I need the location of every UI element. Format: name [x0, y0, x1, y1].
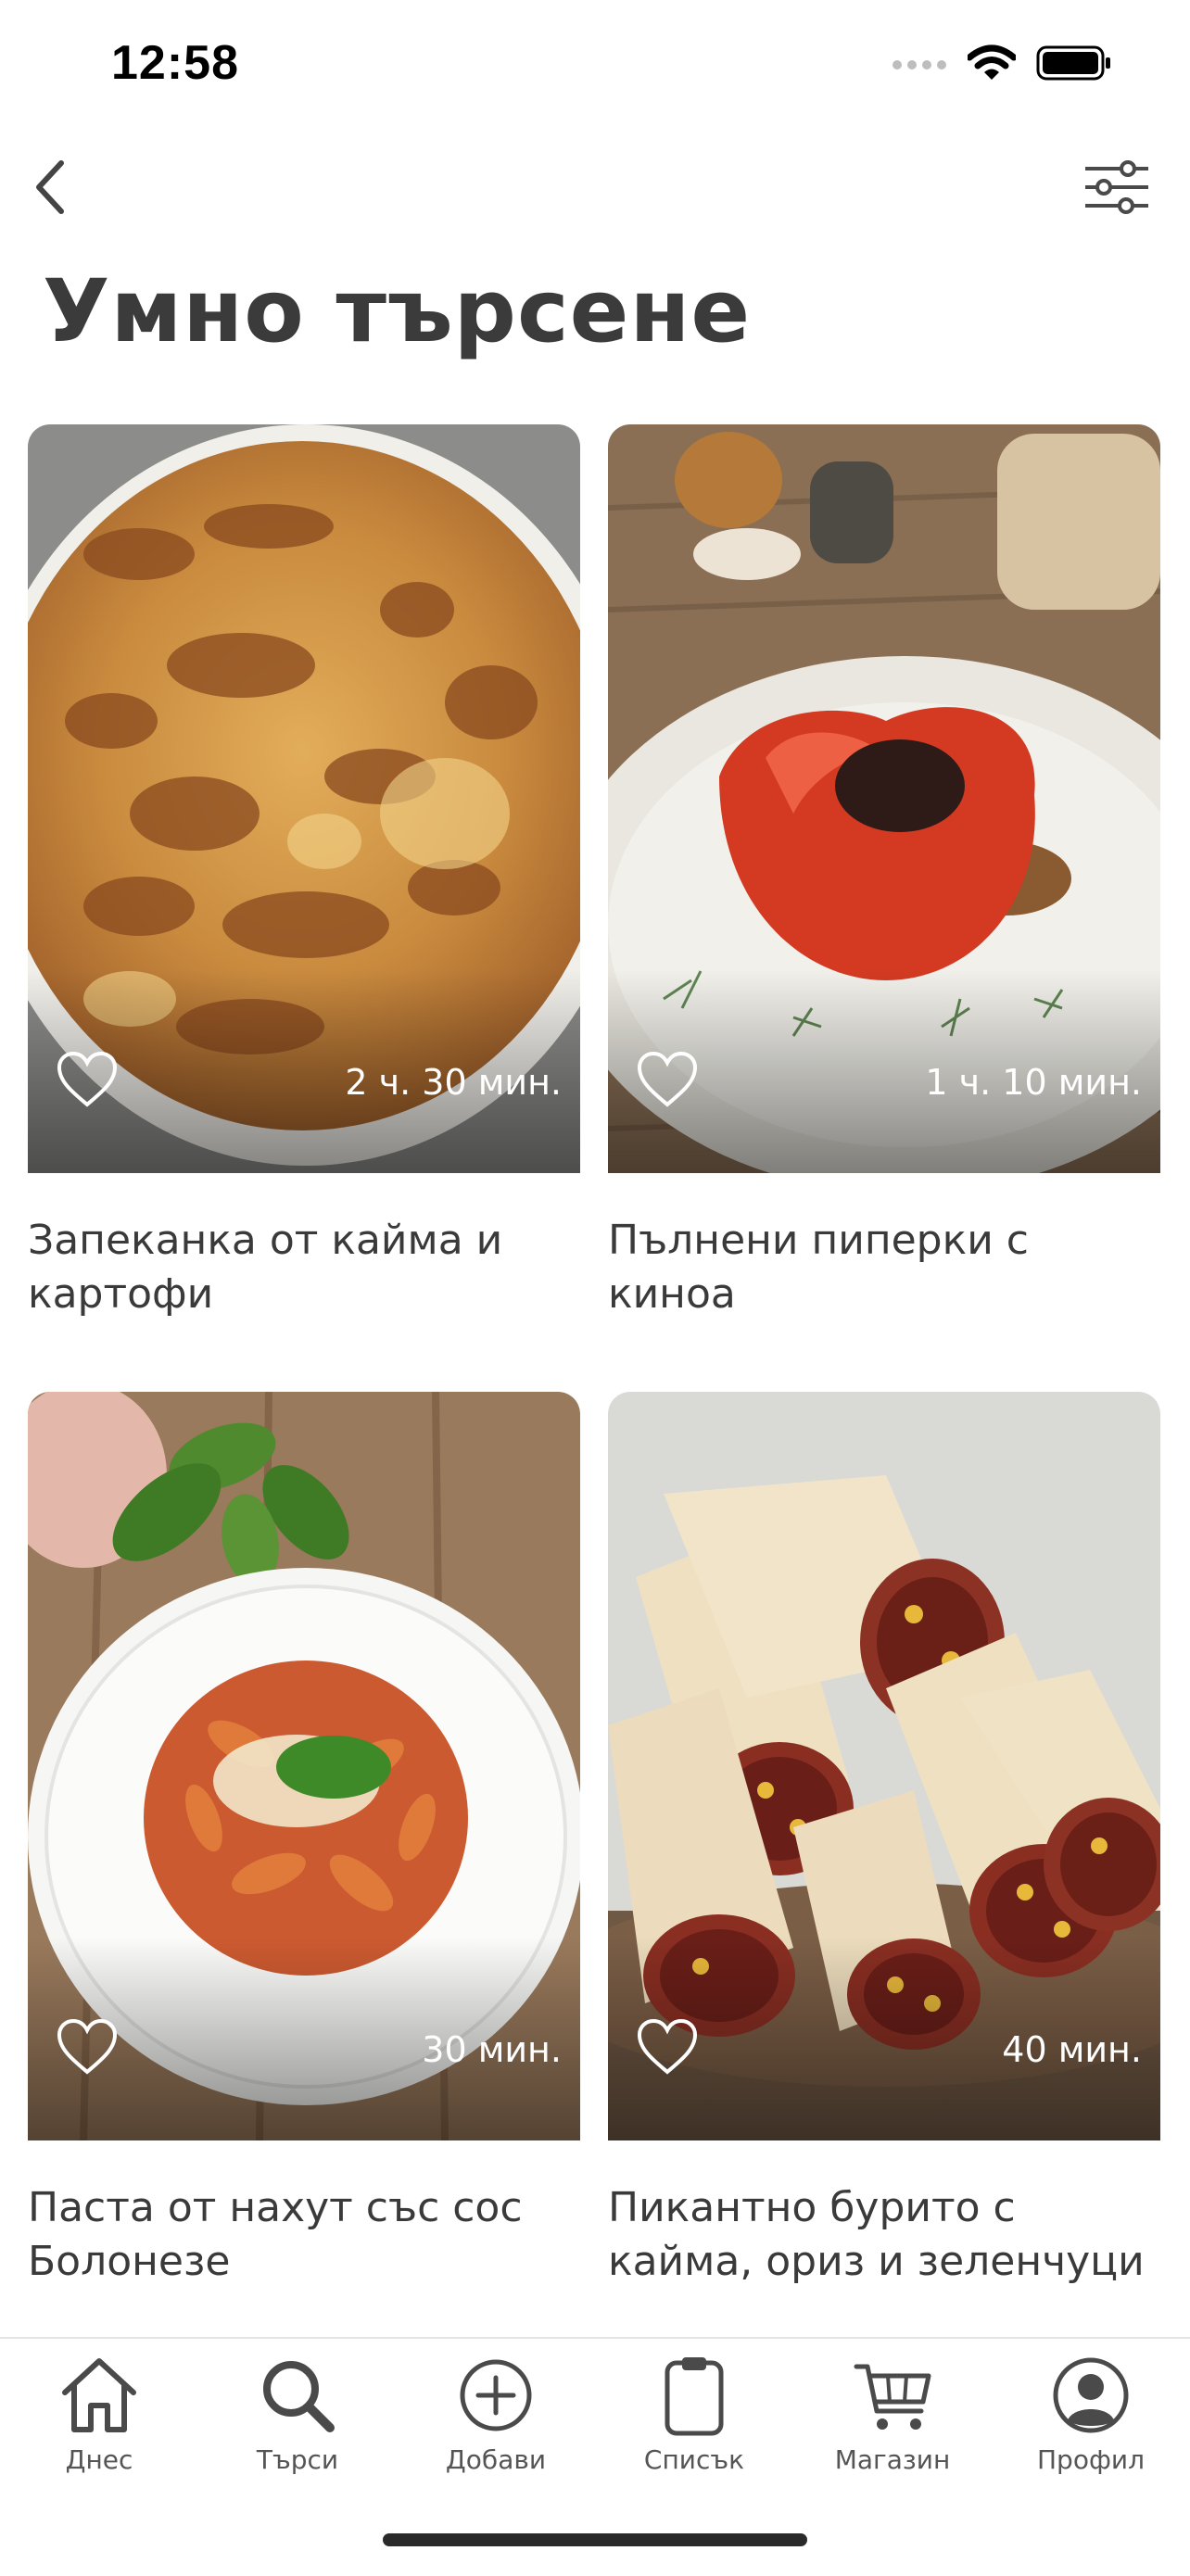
- tab-label: Днес: [65, 2444, 133, 2475]
- heart-icon: [56, 2018, 119, 2079]
- recipe-image[interactable]: 40 мин.: [608, 1392, 1160, 2140]
- tab-add[interactable]: Добави: [397, 2354, 595, 2475]
- recipe-title[interactable]: Пълнени пиперки с киноа: [608, 1214, 1160, 1321]
- tab-today[interactable]: Днес: [0, 2354, 198, 2475]
- recipe-card[interactable]: 1 ч. 10 мин. Пълнени пиперки с киноа: [608, 424, 1160, 1321]
- tab-search[interactable]: Търси: [198, 2354, 397, 2475]
- filter-button[interactable]: [1075, 152, 1158, 226]
- tab-label: Търси: [256, 2444, 339, 2475]
- recipe-image[interactable]: 1 ч. 10 мин.: [608, 424, 1160, 1173]
- heart-icon: [636, 2018, 699, 2079]
- cooking-time: 2 ч. 30 мин.: [345, 1062, 562, 1103]
- home-indicator[interactable]: [383, 2533, 807, 2546]
- page-title: Умно търсене: [43, 261, 752, 362]
- clipboard-icon: [652, 2354, 736, 2437]
- recipe-image[interactable]: 2 ч. 30 мин.: [28, 424, 580, 1173]
- cooking-time: 30 мин.: [422, 2029, 562, 2070]
- recipe-card[interactable]: 40 мин. Пикантно бурито с кайма, ориз и …: [608, 1392, 1160, 2289]
- recipe-title[interactable]: Запеканка от кайма и картофи: [28, 1214, 580, 1321]
- wifi-icon: [966, 44, 1018, 85]
- tab-label: Добави: [445, 2444, 547, 2475]
- recipe-image[interactable]: 30 мин.: [28, 1392, 580, 2140]
- tab-store[interactable]: Магазин: [793, 2354, 992, 2475]
- cooking-time: 1 ч. 10 мин.: [925, 1062, 1142, 1103]
- cellular-signal-icon: [892, 54, 947, 76]
- favorite-button[interactable]: [634, 2018, 701, 2079]
- status-icons: [892, 44, 1112, 85]
- recipe-title[interactable]: Пикантно бурито с кайма, ориз и зеленчуц…: [608, 2181, 1160, 2289]
- status-time: 12:58: [111, 36, 239, 90]
- favorite-button[interactable]: [54, 1051, 120, 1112]
- tab-label: Списък: [643, 2444, 745, 2475]
- home-icon: [57, 2354, 141, 2437]
- tab-profile[interactable]: Профил: [992, 2354, 1190, 2475]
- recipe-card[interactable]: 30 мин. Паста от нахут със сос Болонезе: [28, 1392, 580, 2289]
- heart-icon: [636, 1051, 699, 1112]
- cooking-time: 40 мин.: [1002, 2029, 1142, 2070]
- battery-icon: [1036, 44, 1112, 85]
- plus-circle-icon: [454, 2354, 538, 2437]
- tab-label: Профил: [1037, 2444, 1145, 2475]
- profile-icon: [1049, 2354, 1133, 2437]
- chevron-left-icon: [32, 159, 69, 219]
- status-bar: 12:58: [0, 0, 1190, 130]
- heart-icon: [56, 1051, 119, 1112]
- recipe-title[interactable]: Паста от нахут със сос Болонезе: [28, 2181, 580, 2289]
- favorite-button[interactable]: [634, 1051, 701, 1112]
- cart-icon: [851, 2354, 934, 2437]
- favorite-button[interactable]: [54, 2018, 120, 2079]
- search-icon: [256, 2354, 339, 2437]
- back-button[interactable]: [13, 152, 87, 226]
- tab-label: Магазин: [834, 2444, 951, 2475]
- sliders-icon: [1083, 159, 1150, 219]
- tab-list[interactable]: Списък: [595, 2354, 793, 2475]
- recipe-card[interactable]: 2 ч. 30 мин. Запеканка от кайма и картоф…: [28, 424, 580, 1321]
